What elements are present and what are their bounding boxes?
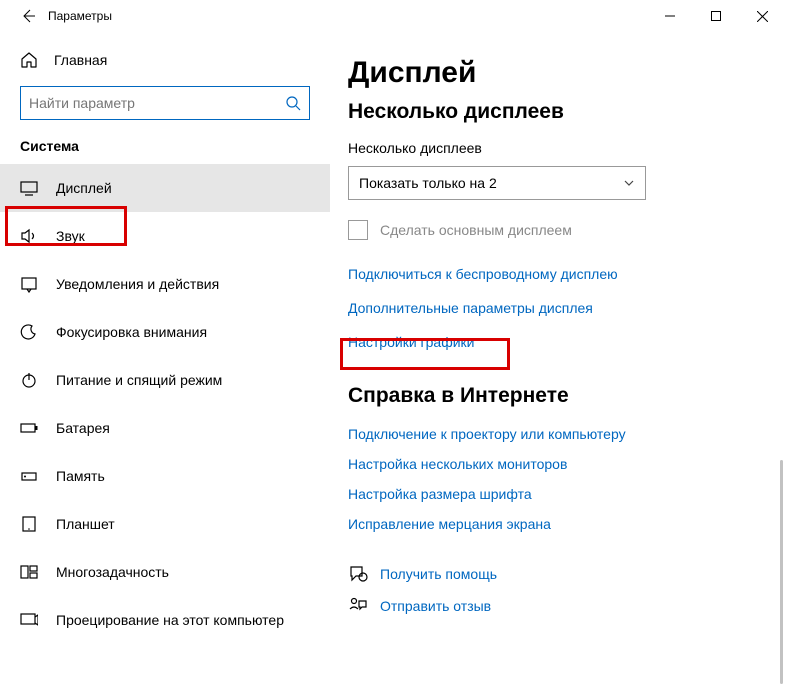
feedback-icon bbox=[348, 596, 368, 616]
nav-label: Звук bbox=[56, 228, 85, 244]
page-title: Дисплей bbox=[348, 56, 749, 90]
help-link-flicker[interactable]: Исправление мерцания экрана bbox=[348, 516, 749, 532]
nav-label: Планшет bbox=[56, 516, 115, 532]
nav-item-battery[interactable]: Батарея bbox=[0, 404, 330, 452]
sidebar: Главная Система Дисплей Звук Уведомления… bbox=[0, 32, 330, 688]
help-link-projector[interactable]: Подключение к проектору или компьютеру bbox=[348, 426, 749, 442]
chevron-down-icon bbox=[623, 177, 635, 189]
window-controls bbox=[647, 0, 785, 32]
get-help-row: Получить помощь bbox=[348, 564, 749, 584]
nav-item-sound[interactable]: Звук bbox=[0, 212, 330, 260]
nav-label: Уведомления и действия bbox=[56, 276, 219, 292]
search-icon bbox=[285, 95, 301, 111]
link-wireless-display[interactable]: Подключиться к беспроводному дисплею bbox=[348, 266, 749, 282]
nav-label: Фокусировка внимания bbox=[56, 324, 207, 340]
feedback-row: Отправить отзыв bbox=[348, 596, 749, 616]
section-title: Несколько дисплеев bbox=[348, 100, 749, 124]
help-icon bbox=[348, 564, 368, 584]
dropdown-label: Несколько дисплеев bbox=[348, 140, 749, 156]
home-label: Главная bbox=[54, 52, 107, 68]
power-icon bbox=[20, 371, 38, 389]
home-nav[interactable]: Главная bbox=[0, 40, 330, 80]
feedback-link[interactable]: Отправить отзыв bbox=[380, 598, 491, 614]
help-title: Справка в Интернете bbox=[348, 384, 749, 408]
nav-item-focus[interactable]: Фокусировка внимания bbox=[0, 308, 330, 356]
nav-list: Дисплей Звук Уведомления и действия Фоку… bbox=[0, 164, 330, 644]
maximize-button[interactable] bbox=[693, 0, 739, 32]
battery-icon bbox=[20, 419, 38, 437]
sound-icon bbox=[20, 227, 38, 245]
scrollbar[interactable] bbox=[777, 32, 783, 684]
close-button[interactable] bbox=[739, 0, 785, 32]
help-link-monitors[interactable]: Настройка нескольких мониторов bbox=[348, 456, 749, 472]
link-advanced-display[interactable]: Дополнительные параметры дисплея bbox=[348, 300, 749, 316]
storage-icon bbox=[20, 467, 38, 485]
primary-display-checkbox[interactable] bbox=[348, 220, 368, 240]
nav-item-projecting[interactable]: Проецирование на этот компьютер bbox=[0, 596, 330, 644]
nav-label: Дисплей bbox=[56, 180, 112, 196]
nav-label: Многозадачность bbox=[56, 564, 169, 580]
display-icon bbox=[20, 179, 38, 197]
tablet-icon bbox=[20, 515, 38, 533]
help-link-font[interactable]: Настройка размера шрифта bbox=[348, 486, 749, 502]
search-box[interactable] bbox=[20, 86, 310, 120]
main-panel: Дисплей Несколько дисплеев Несколько дис… bbox=[330, 32, 785, 688]
link-graphics-settings[interactable]: Настройки графики bbox=[348, 334, 749, 350]
select-value: Показать только на 2 bbox=[359, 175, 497, 191]
nav-item-tablet[interactable]: Планшет bbox=[0, 500, 330, 548]
nav-item-notifications[interactable]: Уведомления и действия bbox=[0, 260, 330, 308]
projecting-icon bbox=[20, 611, 38, 629]
multitask-icon bbox=[20, 563, 38, 581]
focus-icon bbox=[20, 323, 38, 341]
home-icon bbox=[20, 51, 38, 69]
notifications-icon bbox=[20, 275, 38, 293]
search-input[interactable] bbox=[29, 95, 285, 111]
nav-item-multitask[interactable]: Многозадачность bbox=[0, 548, 330, 596]
nav-label: Питание и спящий режим bbox=[56, 372, 222, 388]
titlebar: Параметры bbox=[0, 0, 785, 32]
checkbox-label: Сделать основным дисплеем bbox=[380, 222, 572, 238]
nav-item-display[interactable]: Дисплей bbox=[0, 164, 330, 212]
nav-label: Проецирование на этот компьютер bbox=[56, 612, 284, 628]
nav-item-power[interactable]: Питание и спящий режим bbox=[0, 356, 330, 404]
category-label: Система bbox=[0, 138, 330, 164]
nav-item-storage[interactable]: Память bbox=[0, 452, 330, 500]
back-button[interactable] bbox=[14, 8, 42, 24]
window-title: Параметры bbox=[48, 9, 112, 23]
minimize-button[interactable] bbox=[647, 0, 693, 32]
nav-label: Память bbox=[56, 468, 105, 484]
get-help-link[interactable]: Получить помощь bbox=[380, 566, 497, 582]
nav-label: Батарея bbox=[56, 420, 110, 436]
multi-display-select[interactable]: Показать только на 2 bbox=[348, 166, 646, 200]
primary-display-checkbox-row: Сделать основным дисплеем bbox=[348, 220, 749, 240]
scrollbar-thumb[interactable] bbox=[780, 460, 783, 684]
